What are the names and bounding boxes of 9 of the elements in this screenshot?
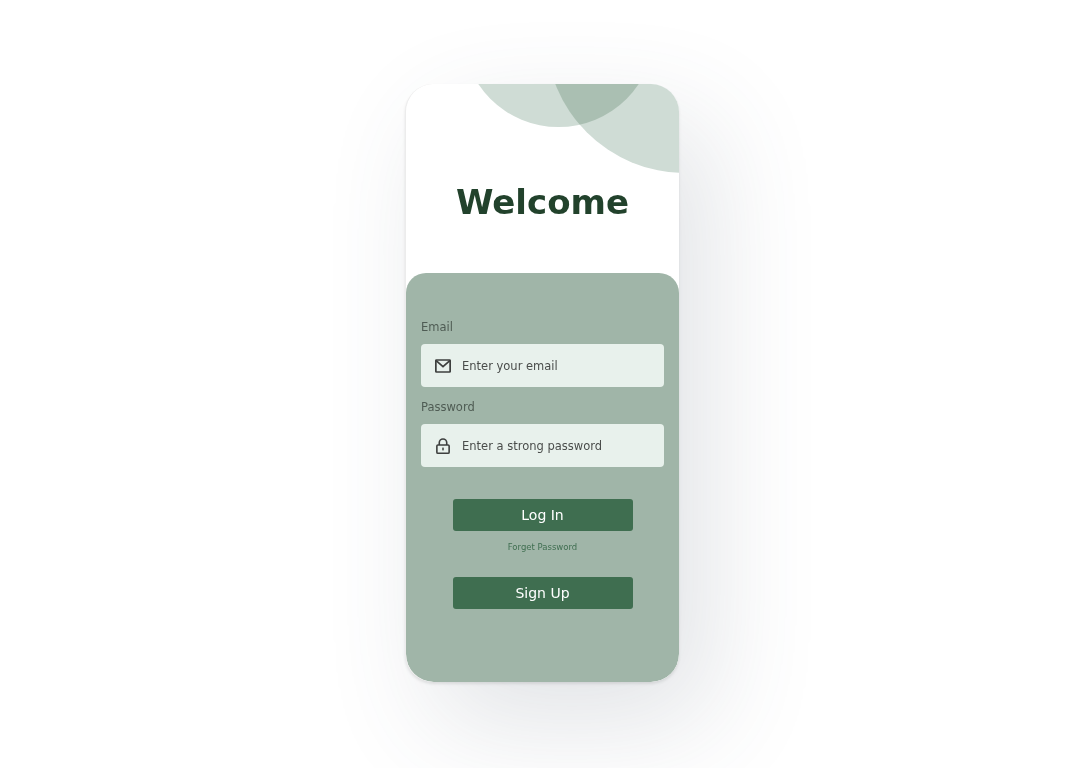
field-label: Email: [421, 319, 453, 335]
signup-button[interactable]: Sign Up: [452, 577, 633, 609]
lock-icon: [435, 437, 451, 454]
email-field[interactable]: Enter your email: [421, 344, 664, 387]
password-field[interactable]: Enter a strong password: [421, 424, 664, 467]
field-label: Password: [421, 399, 475, 415]
welcome-title: Welcome: [455, 181, 630, 223]
envelope-icon: [435, 357, 451, 374]
login-button[interactable]: Log In: [452, 499, 633, 531]
